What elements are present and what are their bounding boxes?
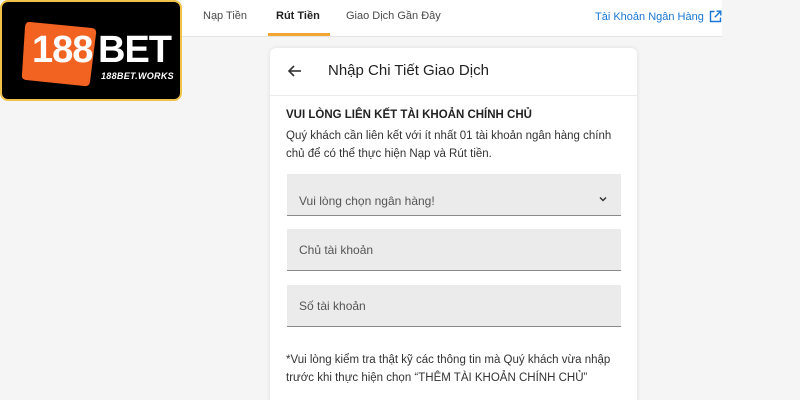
logo-domain: 188BET.WORKS <box>101 71 174 81</box>
bank-account-link-label: Tài Khoản Ngân Hàng <box>595 10 704 23</box>
logo-number: 188 <box>32 29 93 71</box>
tab-deposit[interactable]: Nạp Tiền <box>203 10 247 22</box>
account-holder-field[interactable] <box>287 229 621 271</box>
account-number-input[interactable] <box>287 285 621 326</box>
bank-select[interactable]: Vui lòng chọn ngân hàng! <box>287 174 621 216</box>
verification-note: *Vui lòng kiểm tra thật kỹ các thông tin… <box>286 354 611 384</box>
tab-withdraw[interactable]: Rút Tiền <box>276 10 320 22</box>
section-heading: VUI LÒNG LIÊN KẾT TÀI KHOẢN CHÍNH CHỦ <box>286 109 532 121</box>
logo-brand: BET <box>98 29 172 71</box>
top-nav: Nạp Tiền Rút Tiền Giao Dịch Gần Đây Tài … <box>182 0 722 37</box>
active-tab-indicator <box>268 33 330 36</box>
bank-select-value: Vui lòng chọn ngân hàng! <box>299 194 435 208</box>
arrow-left-icon[interactable] <box>286 62 304 80</box>
external-link-icon <box>709 10 722 23</box>
section-description: Quý khách cần liên kết với ít nhất 01 tà… <box>286 130 612 160</box>
card-title: Nhập Chi Tiết Giao Dịch <box>328 62 489 79</box>
tab-recent-transactions[interactable]: Giao Dịch Gần Đây <box>346 10 441 22</box>
bank-account-link[interactable]: Tài Khoản Ngân Hàng <box>595 10 722 23</box>
chevron-down-icon <box>598 190 608 202</box>
transaction-details-card: Nhập Chi Tiết Giao Dịch VUI LÒNG LIÊN KẾ… <box>270 48 637 400</box>
card-header: Nhập Chi Tiết Giao Dịch <box>270 48 637 96</box>
account-number-field[interactable] <box>287 285 621 327</box>
page: Nạp Tiền Rút Tiền Giao Dịch Gần Đây Tài … <box>0 0 800 400</box>
account-holder-input[interactable] <box>287 229 621 270</box>
brand-logo[interactable]: 188 BET 188BET.WORKS <box>0 0 182 101</box>
